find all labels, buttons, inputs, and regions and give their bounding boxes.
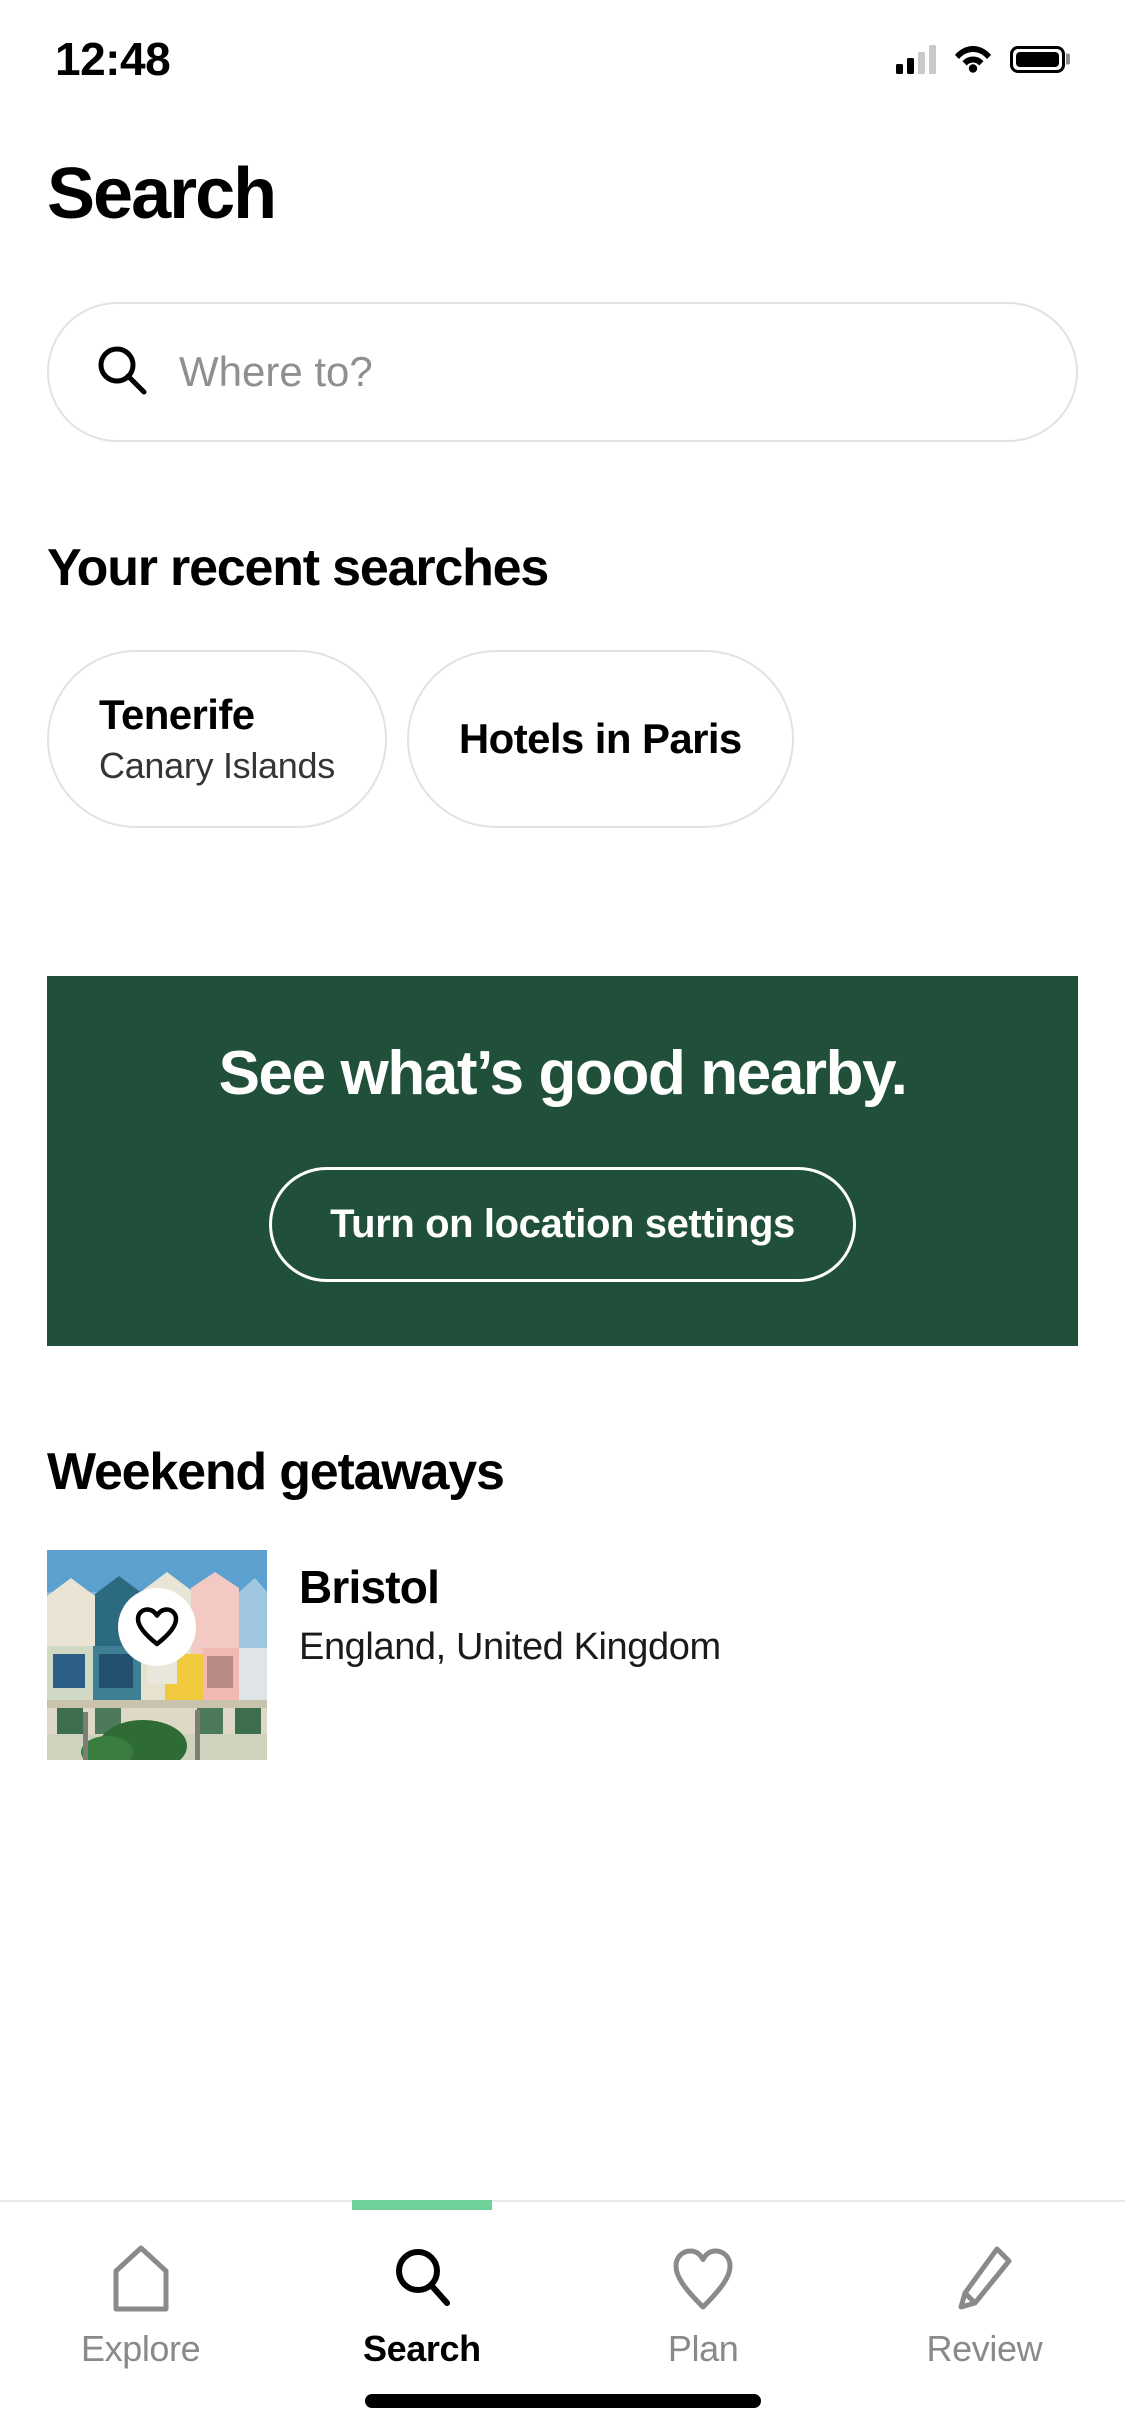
search-icon xyxy=(95,343,149,402)
active-tab-indicator xyxy=(351,2200,492,2210)
search-icon xyxy=(389,2240,455,2318)
heart-outline-icon xyxy=(670,2240,736,2318)
tab-review-label: Review xyxy=(926,2328,1043,2369)
page-content: Search Your recent searches Tenerife Can… xyxy=(0,110,1125,1761)
tab-plan-label: Plan xyxy=(667,2328,739,2369)
recent-search-chip-title: Tenerife xyxy=(99,690,255,738)
heart-outline-icon xyxy=(135,1607,179,1647)
location-promo-title: See what’s good nearby. xyxy=(218,1039,908,1108)
bottom-tab-bar: Explore Search Plan Review xyxy=(0,2200,1125,2436)
status-bar: 12:48 xyxy=(0,0,1125,110)
recent-search-chip[interactable]: Hotels in Paris xyxy=(406,650,794,828)
destination-name: Bristol xyxy=(299,1561,440,1614)
search-input[interactable] xyxy=(179,348,1030,396)
tab-explore[interactable]: Explore xyxy=(0,2202,281,2436)
tab-review[interactable]: Review xyxy=(844,2202,1125,2436)
home-indicator xyxy=(364,2394,761,2408)
recent-search-chip-subtitle: Canary Islands xyxy=(99,745,335,787)
weekend-getaways-heading: Weekend getaways xyxy=(47,1443,505,1502)
home-icon xyxy=(108,2240,174,2318)
status-bar-icons xyxy=(896,41,1065,78)
wifi-icon xyxy=(952,41,994,78)
location-promo-banner: See what’s good nearby. Turn on location… xyxy=(47,976,1078,1347)
turn-on-location-settings-button[interactable]: Turn on location settings xyxy=(269,1167,856,1283)
signal-bars-icon xyxy=(896,44,936,74)
favorite-button[interactable] xyxy=(118,1588,196,1667)
destination-location: England, United Kingdom xyxy=(299,1626,721,1669)
search-input-container[interactable] xyxy=(47,302,1078,442)
recent-search-chip-title: Hotels in Paris xyxy=(458,714,742,762)
pencil-icon xyxy=(951,2240,1017,2318)
list-item[interactable]: Bristol England, United Kingdom xyxy=(47,1550,1125,1761)
battery-full-icon xyxy=(1010,45,1065,73)
destination-info: Bristol England, United Kingdom xyxy=(299,1550,721,1669)
destination-thumbnail xyxy=(47,1550,267,1761)
tab-search-label: Search xyxy=(363,2328,481,2369)
tab-explore-label: Explore xyxy=(80,2328,201,2369)
page-title: Search xyxy=(47,154,277,234)
recent-searches-heading: Your recent searches xyxy=(47,539,549,597)
status-bar-time: 12:48 xyxy=(55,33,171,85)
recent-search-chip[interactable]: Tenerife Canary Islands xyxy=(47,650,387,828)
recent-searches-list: Tenerife Canary Islands Hotels in Paris xyxy=(47,650,1125,828)
